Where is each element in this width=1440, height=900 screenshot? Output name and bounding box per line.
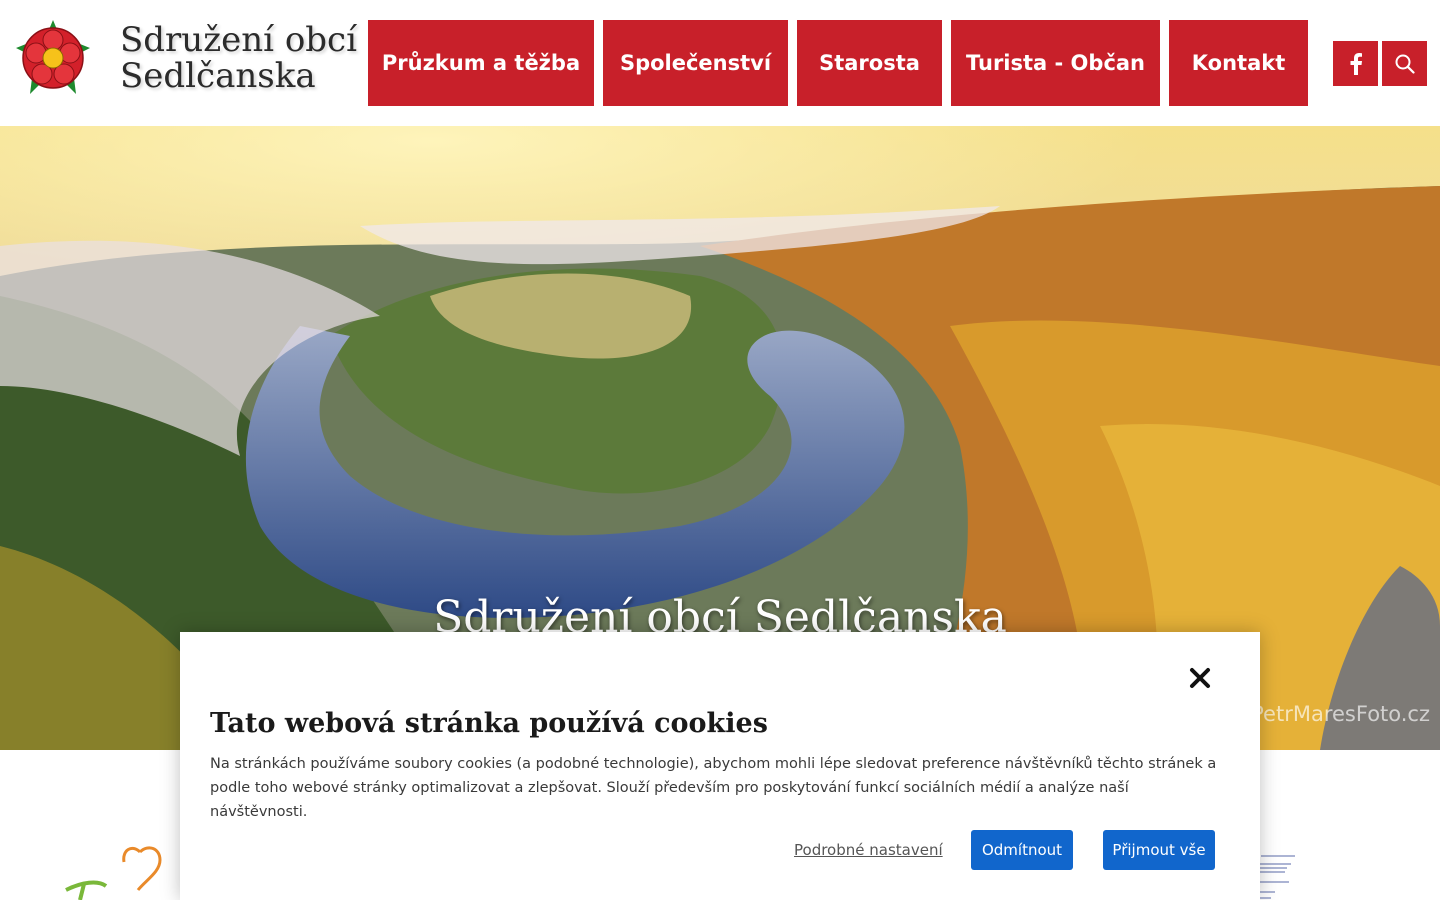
nav-item-turista-obcan[interactable]: Turista - Občan [951, 20, 1160, 106]
search-icon [1395, 54, 1415, 74]
nav-item-kontakt[interactable]: Kontakt [1169, 20, 1308, 106]
close-icon [1190, 668, 1210, 688]
cookie-description: Na stránkách používáme soubory cookies (… [210, 756, 1217, 820]
reject-button[interactable]: Odmítnout [971, 830, 1073, 870]
decorative-heart-logo [62, 846, 192, 900]
document-thumbnail[interactable] [1255, 852, 1310, 900]
facebook-icon [1350, 52, 1362, 75]
photo-watermark: PetrMaresFoto.cz [1251, 702, 1430, 726]
accept-all-button[interactable]: Přijmout vše [1103, 830, 1215, 870]
nav-item-starosta[interactable]: Starosta [797, 20, 942, 106]
facebook-button[interactable] [1333, 41, 1378, 86]
site-brand-name[interactable]: Sdružení obcí Sedlčanska [120, 22, 357, 94]
cookie-title: Tato webová stránka používá cookies [210, 708, 768, 739]
site-header: Sdružení obcí Sedlčanska Průzkum a těžba… [0, 0, 1440, 126]
rose-logo-icon[interactable] [14, 18, 92, 98]
nav-item-pruzkum[interactable]: Průzkum a těžba [368, 20, 594, 106]
close-button[interactable] [1188, 666, 1212, 690]
brand-line-2: Sedlčanska [120, 56, 316, 96]
brand-line-1: Sdružení obcí [120, 20, 357, 60]
cookie-consent-dialog: Tato webová stránka používá cookies Na s… [180, 632, 1260, 900]
search-button[interactable] [1382, 41, 1427, 86]
nav-item-spolecenstvi[interactable]: Společenství [603, 20, 788, 106]
detailed-settings-link[interactable]: Podrobné nastavení [794, 841, 943, 859]
